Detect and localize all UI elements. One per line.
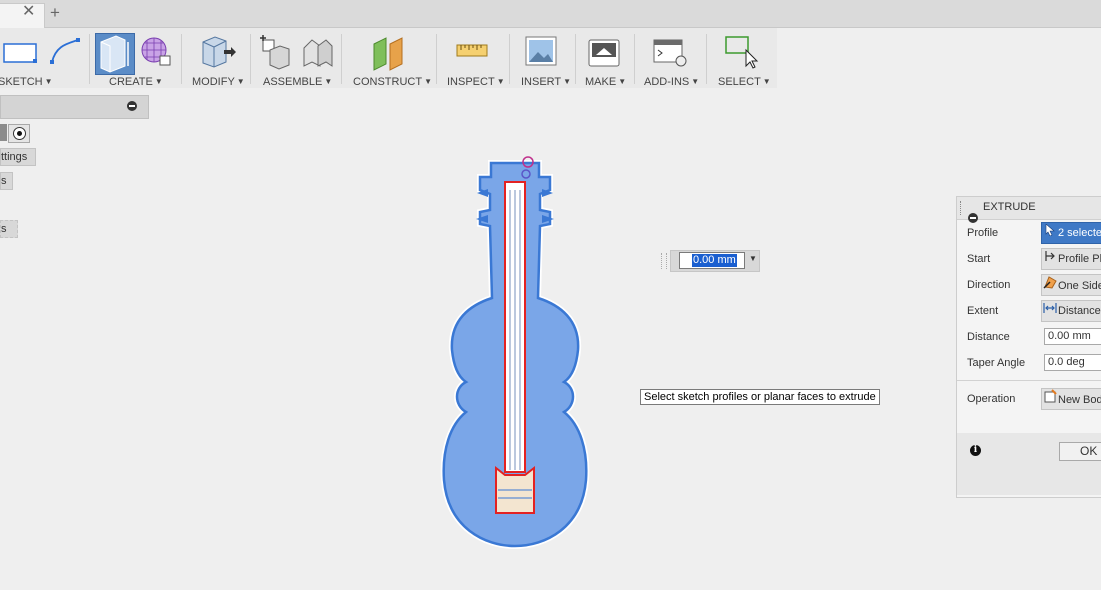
extrude-icon[interactable] [100,35,129,73]
extrude-panel-title: EXTRUDE [983,201,1036,213]
browser-toggle[interactable] [0,124,7,141]
distance-input[interactable]: 0.00 mm [679,252,745,269]
rectangle-sketch-icon[interactable] [3,43,37,63]
cursor-icon [1042,223,1058,243]
extent-dropdown[interactable]: Distance [1041,300,1101,322]
toolbar-separator [509,34,510,84]
3d-print-icon[interactable] [588,39,620,67]
selection-tooltip: Select sketch profiles or planar faces t… [640,389,880,405]
toolbar-separator [250,34,251,84]
scripts-addins-icon[interactable] [653,39,687,67]
modify-menu[interactable]: MODIFY ▼ [192,76,245,88]
form-grid-icon[interactable] [141,37,171,66]
press-pull-icon[interactable] [202,36,236,68]
panel-grip[interactable] [960,201,963,215]
assemble-menu[interactable]: ASSEMBLE ▼ [263,76,332,88]
inspect-menu[interactable]: INSPECT ▼ [447,76,505,88]
direction-label: Direction [967,279,1011,291]
radio-icon [13,127,26,140]
document-tab-strip [0,0,1101,28]
insert-menu[interactable]: INSERT ▼ [521,76,571,88]
select-menu[interactable]: SELECT ▼ [718,76,771,88]
select-window-icon[interactable] [725,36,759,69]
measure-icon[interactable] [456,44,488,57]
new-tab-icon[interactable]: + [50,4,60,21]
spline-sketch-icon[interactable] [50,38,80,64]
make-menu[interactable]: MAKE ▼ [585,76,626,88]
close-tab-icon[interactable]: ✕ [22,4,35,20]
offset-plane-icon[interactable] [373,37,403,71]
operation-dropdown[interactable]: New Body [1041,388,1101,410]
new-body-icon [1042,389,1058,409]
info-icon[interactable]: i [970,445,981,456]
sketch-menu[interactable]: SKETCH ▼ [0,76,53,88]
joint-icon[interactable] [303,39,333,67]
insert-canvas-icon[interactable] [525,36,557,66]
operation-label: Operation [967,393,1016,405]
collapse-browser-icon[interactable] [127,101,137,111]
distance-field[interactable]: 0.00 mm [1044,328,1101,345]
start-dropdown[interactable]: Profile Plane [1041,248,1101,270]
drag-handle[interactable] [661,253,667,269]
toolbar-separator [436,34,437,84]
collapse-panel-icon[interactable] [968,213,978,223]
toolbar-separator [575,34,576,84]
panel-divider [957,380,1101,381]
one-side-icon [1042,275,1058,295]
distance-extent-icon [1042,301,1058,321]
toolbar-separator [181,34,182,84]
create-menu[interactable]: CREATE ▼ [109,76,163,88]
add-ins-menu[interactable]: ADD-INS ▼ [644,76,699,88]
radio-toggle[interactable] [8,124,30,143]
browser-item[interactable]: s [0,172,13,190]
distance-label: Distance [967,331,1010,343]
document-settings-item[interactable]: ttings [0,148,36,166]
taper-angle-label: Taper Angle [967,357,1026,369]
ok-button[interactable]: OK [1059,442,1101,461]
direction-dropdown[interactable]: One Side [1041,274,1101,296]
toolbar-separator [706,34,707,84]
profile-label: Profile [967,227,999,239]
taper-angle-field[interactable]: 0.0 deg [1044,354,1101,371]
start-label: Start [967,253,991,265]
new-component-icon[interactable] [260,35,290,70]
violin-sketch-profile[interactable] [430,150,600,555]
toolbar-separator [341,34,342,84]
toolbar-separator [89,34,90,84]
profile-plane-icon [1042,249,1058,269]
profile-selection-button[interactable]: 2 selected [1041,222,1101,244]
toolbar-separator [634,34,635,84]
distance-dropdown-icon[interactable]: ▼ [749,254,757,263]
extent-label: Extent [967,305,999,317]
construct-menu[interactable]: CONSTRUCT ▼ [353,76,432,88]
browser-item[interactable]: s [0,220,18,238]
